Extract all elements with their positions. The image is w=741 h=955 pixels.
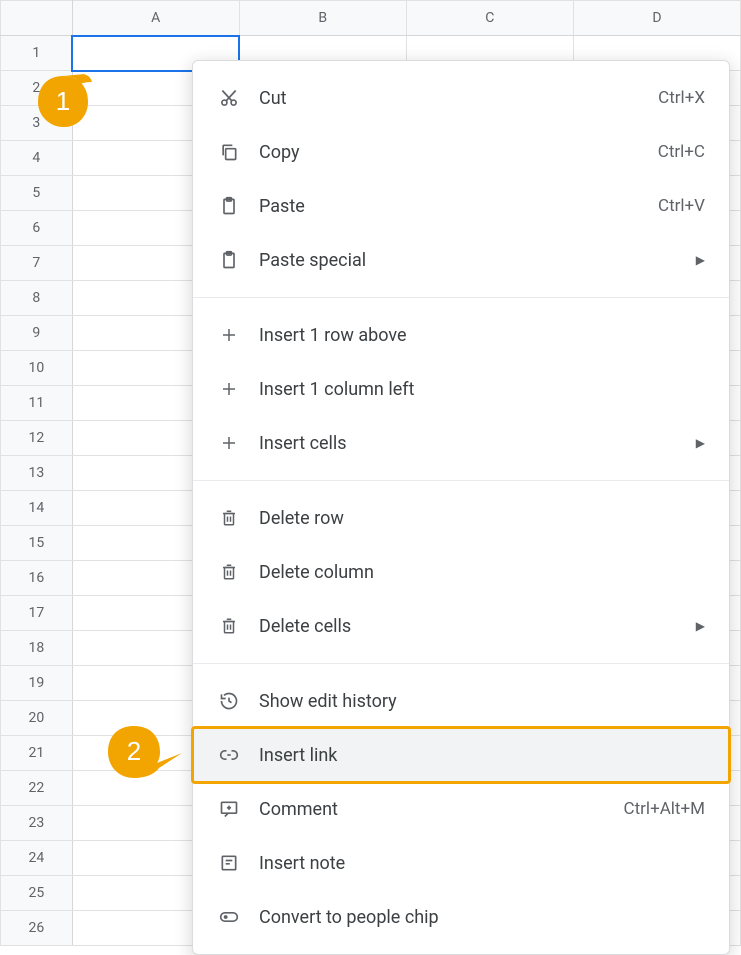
row-header[interactable]: 20 xyxy=(1,701,73,736)
menu-copy-shortcut: Ctrl+C xyxy=(658,142,705,162)
menu-copy-label: Copy xyxy=(259,142,640,163)
menu-insert-row-label: Insert 1 row above xyxy=(259,325,705,346)
comment-icon xyxy=(217,797,241,821)
row-header[interactable]: 16 xyxy=(1,561,73,596)
row-header[interactable]: 23 xyxy=(1,806,73,841)
menu-paste-special-label: Paste special xyxy=(259,250,670,271)
row-header[interactable]: 2 xyxy=(1,71,73,106)
row-header[interactable]: 17 xyxy=(1,596,73,631)
menu-separator xyxy=(193,663,729,664)
menu-insert-col[interactable]: Insert 1 column left xyxy=(193,362,729,416)
menu-comment[interactable]: Comment Ctrl+Alt+M xyxy=(193,782,729,836)
menu-separator xyxy=(193,297,729,298)
menu-insert-cells-label: Insert cells xyxy=(259,433,670,454)
menu-show-history[interactable]: Show edit history xyxy=(193,674,729,728)
plus-icon xyxy=(217,323,241,347)
submenu-arrow-icon: ▶ xyxy=(696,619,705,633)
history-icon xyxy=(217,689,241,713)
paste-icon xyxy=(217,194,241,218)
menu-insert-link[interactable]: Insert link xyxy=(193,728,729,782)
link-icon xyxy=(217,743,241,767)
menu-insert-col-label: Insert 1 column left xyxy=(259,379,705,400)
menu-paste-label: Paste xyxy=(259,196,640,217)
row-header[interactable]: 13 xyxy=(1,456,73,491)
row-header[interactable]: 1 xyxy=(1,36,73,71)
menu-people-chip[interactable]: Convert to people chip xyxy=(193,890,729,944)
menu-delete-cells[interactable]: Delete cells ▶ xyxy=(193,599,729,653)
row-header[interactable]: 8 xyxy=(1,281,73,316)
row-header[interactable]: 19 xyxy=(1,666,73,701)
menu-separator xyxy=(193,480,729,481)
menu-comment-label: Comment xyxy=(259,799,606,820)
menu-insert-note[interactable]: Insert note xyxy=(193,836,729,890)
select-all-corner[interactable] xyxy=(1,1,73,36)
row-header[interactable]: 21 xyxy=(1,736,73,771)
paste-special-icon xyxy=(217,248,241,272)
note-icon xyxy=(217,851,241,875)
menu-show-history-label: Show edit history xyxy=(259,691,705,712)
menu-delete-col[interactable]: Delete column xyxy=(193,545,729,599)
row-header[interactable]: 24 xyxy=(1,841,73,876)
submenu-arrow-icon: ▶ xyxy=(696,436,705,450)
copy-icon xyxy=(217,140,241,164)
menu-insert-note-label: Insert note xyxy=(259,853,705,874)
row-header[interactable]: 6 xyxy=(1,211,73,246)
column-header-c[interactable]: C xyxy=(406,1,573,36)
row-header[interactable]: 12 xyxy=(1,421,73,456)
context-menu: Cut Ctrl+X Copy Ctrl+C Paste Ctrl+V Past… xyxy=(192,60,730,955)
row-header[interactable]: 4 xyxy=(1,141,73,176)
menu-comment-shortcut: Ctrl+Alt+M xyxy=(624,799,705,819)
column-header-b[interactable]: B xyxy=(239,1,406,36)
menu-insert-link-label: Insert link xyxy=(259,745,705,766)
row-header[interactable]: 11 xyxy=(1,386,73,421)
menu-delete-row[interactable]: Delete row xyxy=(193,491,729,545)
menu-cut[interactable]: Cut Ctrl+X xyxy=(193,71,729,125)
row-header[interactable]: 7 xyxy=(1,246,73,281)
trash-icon xyxy=(217,614,241,638)
row-header[interactable]: 5 xyxy=(1,176,73,211)
row-header[interactable]: 26 xyxy=(1,911,73,946)
menu-paste-shortcut: Ctrl+V xyxy=(658,196,705,216)
row-header[interactable]: 25 xyxy=(1,876,73,911)
menu-paste[interactable]: Paste Ctrl+V xyxy=(193,179,729,233)
trash-icon xyxy=(217,506,241,530)
cut-icon xyxy=(217,86,241,110)
row-header[interactable]: 18 xyxy=(1,631,73,666)
row-header[interactable]: 3 xyxy=(1,106,73,141)
trash-icon xyxy=(217,560,241,584)
menu-people-chip-label: Convert to people chip xyxy=(259,907,705,928)
menu-paste-special[interactable]: Paste special ▶ xyxy=(193,233,729,287)
menu-delete-cells-label: Delete cells xyxy=(259,616,670,637)
row-header[interactable]: 10 xyxy=(1,351,73,386)
row-header[interactable]: 15 xyxy=(1,526,73,561)
plus-icon xyxy=(217,377,241,401)
row-header[interactable]: 14 xyxy=(1,491,73,526)
menu-copy[interactable]: Copy Ctrl+C xyxy=(193,125,729,179)
menu-cut-shortcut: Ctrl+X xyxy=(658,88,705,108)
submenu-arrow-icon: ▶ xyxy=(696,253,705,267)
menu-delete-row-label: Delete row xyxy=(259,508,705,529)
column-header-a[interactable]: A xyxy=(72,1,239,36)
people-chip-icon xyxy=(217,905,241,929)
menu-insert-row[interactable]: Insert 1 row above xyxy=(193,308,729,362)
column-header-d[interactable]: D xyxy=(573,1,740,36)
plus-icon xyxy=(217,431,241,455)
menu-delete-col-label: Delete column xyxy=(259,562,705,583)
menu-cut-label: Cut xyxy=(259,88,640,109)
row-header[interactable]: 22 xyxy=(1,771,73,806)
row-header[interactable]: 9 xyxy=(1,316,73,351)
menu-insert-cells[interactable]: Insert cells ▶ xyxy=(193,416,729,470)
